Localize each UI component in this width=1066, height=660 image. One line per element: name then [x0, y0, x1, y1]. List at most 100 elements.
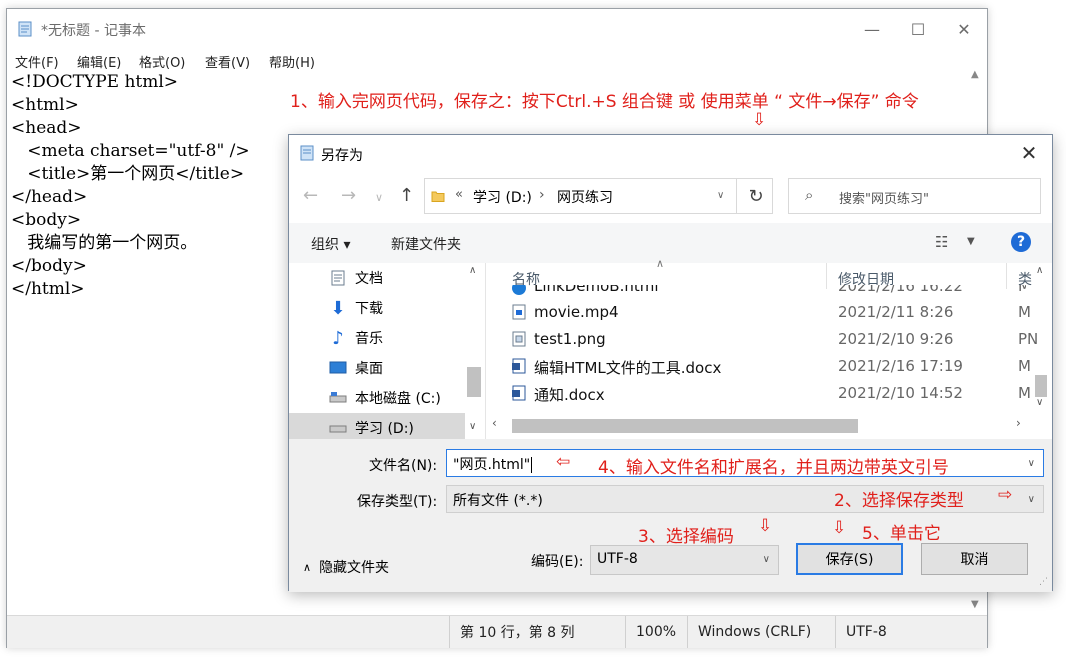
hide-folders-label: 隐藏文件夹 — [319, 560, 390, 576]
file-row[interactable]: movie.mp4 2021/2/11 8:26 M — [486, 299, 1031, 326]
up-arrow-icon[interactable]: ↑ — [399, 185, 414, 206]
dialog-titlebar[interactable]: 另存为 ✕ — [289, 135, 1052, 171]
nav-pane-scrollbar[interactable]: ∧ ∨ — [465, 263, 483, 439]
window-title: *无标题 - 记事本 — [41, 23, 146, 39]
hide-folders-toggle[interactable]: ∧ 隐藏文件夹 — [303, 557, 389, 577]
recent-locations-chevron-icon[interactable]: ∨ — [375, 191, 383, 204]
menu-format[interactable]: 格式(O) — [139, 52, 185, 71]
nav-item-desktop[interactable]: 桌面 — [289, 353, 465, 383]
nav-item-label: 下载 — [355, 301, 383, 317]
dialog-close-button[interactable]: ✕ — [1016, 139, 1042, 167]
cancel-button[interactable]: 取消 — [921, 543, 1028, 575]
address-bar[interactable]: « 学习 (D:) › 网页练习 ∨ — [424, 178, 773, 214]
nav-item-label: 学习 (D:) — [355, 421, 414, 437]
search-box[interactable]: ⌕ 搜索"网页练习" — [788, 178, 1041, 214]
back-arrow-icon[interactable]: ← — [303, 185, 318, 206]
scroll-thumb[interactable] — [467, 367, 481, 397]
nav-item-downloads[interactable]: ⬇ 下载 — [289, 293, 465, 323]
word-file-icon — [512, 358, 526, 374]
organize-button[interactable]: 组织 ▾ — [311, 234, 350, 254]
file-date: 2021/2/10 9:26 — [838, 330, 954, 348]
folder-icon — [431, 191, 445, 202]
edge-html-icon — [512, 285, 526, 295]
menu-view[interactable]: 查看(V) — [205, 52, 250, 71]
scroll-thumb[interactable] — [512, 419, 858, 433]
search-icon: ⌕ — [805, 186, 814, 204]
close-icon: ✕ — [957, 19, 971, 39]
minimize-button[interactable]: — — [849, 9, 895, 49]
nav-item-documents[interactable]: 文档 — [289, 263, 465, 293]
nav-item-label: 音乐 — [355, 331, 383, 347]
file-list-vertical-scrollbar[interactable]: ∧ ∨ — [1032, 263, 1050, 413]
download-icon: ⬇ — [330, 297, 346, 319]
file-name: movie.mp4 — [534, 303, 619, 321]
file-name: LinkDemoB.html — [534, 285, 659, 295]
arrow-down-icon: ⇩ — [752, 110, 767, 130]
forward-arrow-icon[interactable]: → — [341, 185, 356, 206]
view-dropdown-icon[interactable]: ▼ — [967, 236, 975, 247]
dialog-body: 文档 ⬇ 下载 ♪ 音乐 桌面 本地磁盘 (C:) 学习 (D:) ∧ ∨ ∧ … — [289, 257, 1052, 443]
notepad-app-icon — [300, 145, 314, 161]
file-row[interactable]: test1.png 2021/2/10 9:26 PN — [486, 326, 1038, 353]
nav-item-music[interactable]: ♪ 音乐 — [289, 323, 465, 353]
nav-item-label: 本地磁盘 (C:) — [355, 391, 441, 407]
save-button[interactable]: 保存(S) — [796, 543, 903, 575]
chevron-right-icon: › — [1016, 416, 1021, 430]
menu-help[interactable]: 帮助(H) — [269, 52, 315, 71]
arrow-right-icon: ⇨ — [998, 485, 1013, 505]
resize-grip-icon[interactable]: ⋰ — [1039, 577, 1048, 587]
file-list: ∧ 名称 修改日期 类 LinkDemoB.html 2021/2/16 16:… — [485, 257, 1052, 439]
new-folder-button[interactable]: 新建文件夹 — [391, 234, 461, 254]
arrow-left-icon: ⇦ — [556, 452, 571, 472]
encoding-value: UTF-8 — [597, 551, 638, 567]
menu-file[interactable]: 文件(F) — [15, 52, 59, 71]
file-row[interactable]: LinkDemoB.html 2021/2/16 16:22 M — [486, 285, 1026, 299]
file-row[interactable]: 编辑HTML文件的工具.docx 2021/2/16 17:19 M — [486, 353, 1031, 380]
chevron-up-icon: ∧ — [1036, 265, 1044, 276]
notepad-app-icon — [18, 21, 32, 37]
breadcrumb-parent[interactable]: 学习 (D:) — [473, 187, 532, 207]
filetype-label: 保存类型(T): — [357, 494, 438, 510]
file-date: 2021/2/16 17:19 — [838, 357, 963, 375]
maximize-button[interactable]: ☐ — [895, 9, 941, 49]
scroll-thumb[interactable] — [1035, 375, 1047, 397]
video-file-icon — [512, 304, 526, 320]
annotation-step4: 4、输入文件名和扩展名，并且两边带英文引号 — [598, 458, 949, 478]
close-icon: ✕ — [1020, 141, 1038, 165]
notepad-titlebar[interactable]: *无标题 - 记事本 — ☐ ✕ — [7, 9, 987, 49]
file-list-horizontal-scrollbar[interactable]: ‹ › — [486, 415, 1032, 435]
address-dropdown-icon[interactable]: ∨ — [717, 190, 724, 201]
encoding-select[interactable]: UTF-8 ∨ — [590, 545, 779, 575]
chevron-down-icon: ∨ — [1027, 494, 1035, 505]
status-zoom: 100% — [625, 616, 687, 648]
drive-icon — [329, 419, 347, 437]
status-encoding: UTF-8 — [835, 616, 987, 648]
filename-label: 文件名(N): — [369, 458, 438, 474]
nav-item-label: 文档 — [355, 271, 383, 287]
desktop-icon — [329, 359, 347, 377]
nav-item-drive-c[interactable]: 本地磁盘 (C:) — [289, 383, 465, 413]
annotation-step3: 3、选择编码 — [638, 527, 734, 547]
annotation-step2: 2、选择保存类型 — [834, 491, 964, 511]
menu-edit[interactable]: 编辑(E) — [77, 52, 121, 71]
arrow-down-icon: ⇩ — [758, 516, 773, 536]
text-cursor — [531, 457, 533, 473]
annotation-step1: 1、输入完网页代码，保存之：按下Ctrl.+S 组合键 或 使用菜单 “ 文件→… — [290, 92, 919, 112]
menu-bar: 文件(F) 编辑(E) 格式(O) 查看(V) 帮助(H) — [7, 49, 987, 71]
file-name: test1.png — [534, 330, 606, 348]
refresh-button[interactable]: ↻ — [736, 178, 775, 214]
chevron-down-icon[interactable]: ∨ — [1028, 458, 1035, 469]
scroll-up-icon: ▲ — [971, 69, 979, 80]
file-row[interactable]: 通知.docx 2021/2/10 14:52 M — [486, 380, 1031, 407]
close-button[interactable]: ✕ — [941, 9, 987, 49]
file-name: 通知.docx — [534, 386, 605, 404]
breadcrumb-current[interactable]: 网页练习 — [557, 187, 613, 207]
dialog-toolbar: 组织 ▾ 新建文件夹 ☷ ▼ ? — [289, 223, 1052, 263]
help-icon[interactable]: ? — [1011, 232, 1031, 252]
music-icon: ♪ — [332, 327, 344, 349]
document-icon — [329, 269, 347, 287]
dialog-title: 另存为 — [321, 148, 363, 164]
drive-icon — [329, 389, 347, 407]
file-type: M — [1018, 285, 1026, 295]
view-options-icon[interactable]: ☷ — [935, 233, 948, 251]
